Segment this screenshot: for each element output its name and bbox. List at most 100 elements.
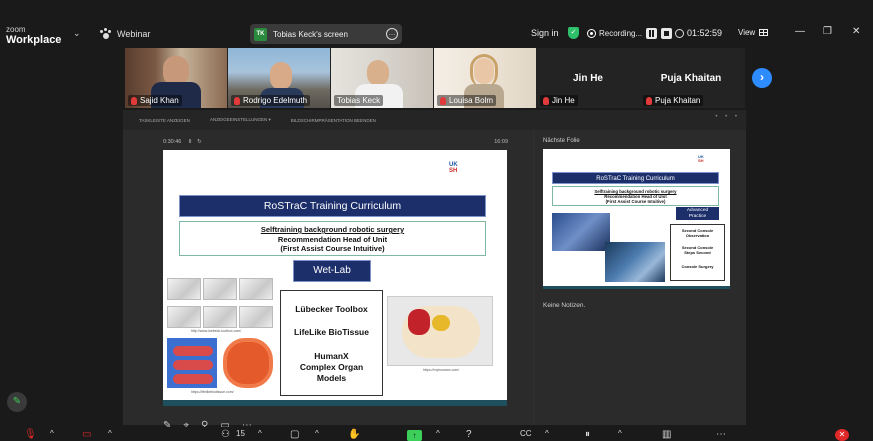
more-icon[interactable]: ⋯ [716,429,726,440]
share-label: Tobias Keck's screen [273,29,348,39]
annotate-pencil-icon[interactable]: ✎ [7,392,27,412]
participant-count: 15 [236,429,245,438]
audio-muted-icon[interactable]: 🎙 [24,429,37,440]
recording-text: Recording... [599,29,643,38]
list-item: Lübecker Toolbox [295,304,368,314]
participant-tile[interactable]: Louisa Bolm [434,48,536,108]
participant-name: Tobias Keck [334,95,384,106]
mic-muted-icon [440,96,446,105]
logo-line2: Workplace [6,34,62,46]
next-page-arrow-icon[interactable]: › [752,68,772,88]
shared-screen: TASKLEISTE ANZEIGEN ANZEIGEEINSTELLUNGEN… [123,110,746,431]
mic-muted-icon [646,96,652,105]
pause-recording-button[interactable] [646,28,658,39]
chevron-up-icon[interactable]: ^ [545,429,549,438]
biotissue-tube-image [223,338,273,388]
more-options-icon[interactable]: • • • [715,114,740,120]
list-item: Complex Organ [299,362,364,372]
next-slide-label: Nächste Folie [543,138,580,144]
pause-timer-icon[interactable]: Ⅱ [189,139,192,145]
presenter-timer-bar: 0:30:46 Ⅱ ↻ 16:09 [163,139,508,145]
list-item: Observation [685,233,710,238]
view-button[interactable]: View [738,28,769,37]
chat-icon[interactable]: ▢ [290,429,299,440]
chevron-up-icon[interactable]: ^ [50,429,54,438]
polls-icon[interactable]: ▥ [662,429,671,440]
webinar-label: Webinar [100,28,150,40]
chevron-up-icon[interactable]: ^ [258,429,262,438]
display-settings-button[interactable]: ANZEIGEEINSTELLUNGEN ▾ [210,117,271,123]
captions-icon[interactable]: CC [520,429,532,438]
participant-gallery: Sajid Khan Rodrigo Edelmuth Tobias Keck … [125,48,745,108]
participants-icon[interactable]: ⚇ [221,429,230,440]
video-off-icon[interactable]: ▭ [82,429,91,440]
slide-footer-bar [163,400,507,406]
chevron-up-icon[interactable]: ^ [436,429,440,438]
grid-icon [759,29,769,36]
raise-hand-icon[interactable]: ✋ [348,429,360,440]
list-item: Models [316,373,347,383]
participant-tile[interactable]: Rodrigo Edelmuth [228,48,330,108]
mic-muted-icon [234,96,240,105]
slide-subtitle: Selftraining background robotic surgery … [179,221,486,256]
paw-icon [100,28,112,40]
close-icon[interactable]: ✕ [852,26,860,37]
next-slide-preview[interactable]: UK SH RoSTraC Training Curriculum Selftra… [543,149,730,289]
current-slide-pane: 0:30:46 Ⅱ ↻ 16:09 UK SH RoSTraC Training … [123,130,533,431]
more-options-icon[interactable]: … [386,28,398,40]
clock-time: 16:09 [494,139,508,145]
participant-name: Rodrigo Edelmuth [231,95,311,106]
humanx-caption: https://myhumanx.com/ [423,368,460,372]
slide-title: RoSTraC Training Curriculum [179,195,486,217]
view-label: View [738,28,756,37]
list-item: Steps Second [684,250,711,255]
chevron-down-icon[interactable]: ⌄ [73,28,81,39]
chevron-up-icon[interactable]: ^ [108,429,112,438]
top-bar: zoom Workplace ⌄ Webinar TK Tobias Keck'… [0,0,873,48]
participant-name: Sajid Khan [128,95,182,106]
biotissue-caption: https://lifelikebiotissue.com/ [191,390,234,394]
stop-recording-button[interactable] [661,28,673,39]
presenter-avatar: TK [254,27,267,41]
restore-icon[interactable]: ❐ [823,26,832,37]
pause-recording-icon[interactable]: ⏸ [585,429,590,440]
end-slideshow-button[interactable]: BILDSCHIRMPRÄSENTATION BEENDEN [291,118,376,123]
show-taskbar-button[interactable]: TASKLEISTE ANZEIGEN [139,118,190,123]
next-slide-subtitle: Selftraining background robotic surgery … [552,186,719,206]
participant-display-name: Puja Khaitan [660,73,722,84]
timer-text: 01:52:59 [687,28,723,38]
advanced-practice-list: Second Console Observation Second Consol… [670,224,725,281]
clock-icon [675,28,684,38]
elapsed-time: 0:30:46 [163,139,182,145]
participant-display-name: Jin He [572,73,603,84]
slide-footer-bar [543,286,730,289]
meeting-timer: 01:52:59 [675,28,722,38]
participant-tile[interactable]: Puja Khaitan Puja Khaitan [640,48,742,108]
share-screen-icon[interactable]: ↑ [407,430,422,441]
toolbox-image [167,278,277,328]
minimize-icon[interactable]: — [795,26,805,37]
uksh-logo: UK SH [449,162,458,174]
next-slide-title: RoSTraC Training Curriculum [552,172,719,184]
advanced-practice-heading: Advanced Practice [676,207,719,220]
screen-share-indicator[interactable]: TK Tobias Keck's screen … [250,24,402,44]
sign-in-link[interactable]: Sign in [531,28,559,38]
qa-icon[interactable]: ? [466,429,472,440]
participant-tile[interactable]: Jin He Jin He [537,48,639,108]
robot-console-image [552,213,610,251]
list-item: HumanX [314,351,349,361]
wet-lab-list: Lübecker Toolbox LifeLike BioTissue Huma… [280,290,383,396]
participant-tile-active-speaker[interactable]: Tobias Keck [331,48,433,108]
participant-name: Jin He [540,95,578,106]
end-meeting-button[interactable]: ✕ [835,429,849,441]
chevron-up-icon[interactable]: ^ [618,429,622,438]
toolbox-caption: http://www.luebeck-toolbox.com/ [191,329,242,333]
chevron-up-icon[interactable]: ^ [315,429,319,438]
participant-tile[interactable]: Sajid Khan [125,48,227,108]
shield-check-icon[interactable]: ✓ [568,27,579,39]
reset-timer-icon[interactable]: ↻ [197,139,202,145]
recording-icon [588,30,595,37]
mic-muted-icon [543,96,549,105]
webinar-text: Webinar [117,29,151,39]
participant-name: Puja Khaitan [643,95,704,106]
